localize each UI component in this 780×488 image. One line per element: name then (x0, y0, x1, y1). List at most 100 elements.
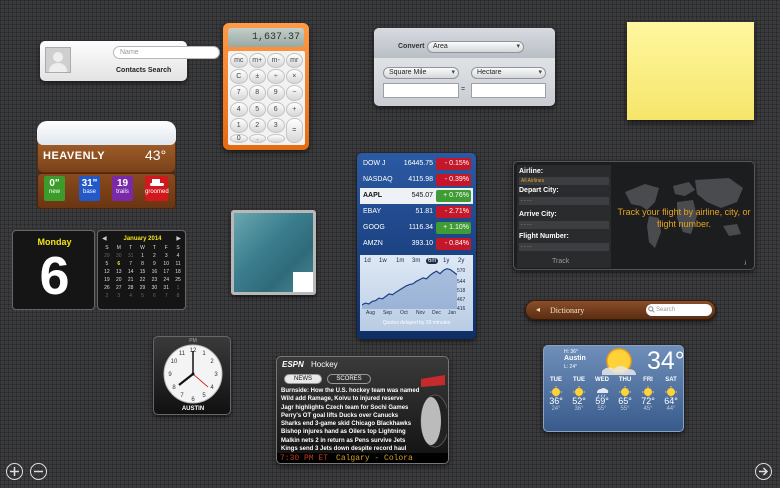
list-item[interactable]: Wild add Ramage, Koivu to injured reserv… (281, 395, 423, 403)
stock-row[interactable]: EBAY 51.81 - 2.71% (360, 204, 473, 220)
tile-game-widget[interactable] (231, 210, 316, 295)
flight-depart-field[interactable]: - - - - (519, 197, 609, 205)
flight-track-button[interactable]: Track (552, 258, 569, 265)
calendar-day-cell[interactable]: 1 (172, 285, 184, 291)
calendar-day-cell[interactable]: 19 (101, 277, 113, 283)
calendar-day-cell[interactable]: 4 (172, 253, 184, 259)
calendar-day-cell[interactable]: 24 (160, 277, 172, 283)
calendar-day-cell[interactable]: 11 (172, 261, 184, 267)
info-icon[interactable]: i (745, 261, 746, 267)
calendar-day-cell[interactable]: 10 (160, 261, 172, 267)
list-item[interactable]: Malkin nets 2 in return as Pens survive … (281, 437, 423, 445)
range-1d[interactable]: 1d (364, 258, 371, 264)
espn-widget[interactable]: ESPN Hockey NEWS SCORES Burnside: How th… (276, 356, 449, 464)
calendar-day-cell[interactable]: 16 (148, 269, 160, 275)
remove-widget-icon[interactable] (30, 463, 47, 480)
calendar-day-cell[interactable]: 6 (148, 293, 160, 299)
range-1w[interactable]: 1w (379, 258, 387, 264)
dictionary-widget[interactable]: ◂ Dictionary Search (525, 300, 716, 320)
calc-key-4[interactable]: 4 (230, 101, 248, 117)
calc-key-mminus[interactable]: m- (267, 53, 285, 69)
calendar-day-cell[interactable]: 8 (172, 293, 184, 299)
calendar-day-cell[interactable]: 5 (137, 293, 149, 299)
dictionary-search-input[interactable]: Search (646, 304, 712, 316)
calendar-day-cell[interactable]: 12 (101, 269, 113, 275)
converter-to-value-input[interactable] (471, 83, 546, 98)
contacts-widget[interactable]: Name Contacts Search (40, 41, 220, 81)
calc-key-2[interactable]: 2 (248, 117, 266, 133)
weather-widget[interactable]: H: 36° Austin L: 24° 34° TUE 36° 24° TUE … (543, 345, 684, 432)
calendar-day-cell[interactable]: 28 (125, 285, 137, 291)
calendar-day-cell[interactable]: 6 (113, 261, 125, 267)
calendar-day-cell[interactable]: 2 (148, 253, 160, 259)
calendar-day-cell[interactable]: 29 (101, 253, 113, 259)
calc-key-3[interactable]: 3 (267, 117, 285, 133)
range-1y[interactable]: 1y (443, 258, 449, 264)
calendar-day-cell[interactable]: 27 (113, 285, 125, 291)
stock-row[interactable]: NASDAQ 4115.98 - 0.39% (360, 172, 473, 188)
calc-key-mplus[interactable]: m+ (248, 53, 266, 69)
calendar-day-cell[interactable]: 9 (148, 261, 160, 267)
calculator-widget[interactable]: 1,637.37 mc m+ m- mr C ± ÷ × 7 8 9 − 4 5… (223, 23, 309, 150)
calc-key-decimal[interactable]: . (248, 133, 266, 143)
range-3m[interactable]: 3m (412, 258, 420, 264)
calendar-day-cell[interactable]: 26 (101, 285, 113, 291)
calendar-day-cell[interactable]: 18 (172, 269, 184, 275)
converter-to-unit-select[interactable]: Hectare (471, 67, 546, 79)
flight-arrive-field[interactable]: - - - - (519, 221, 609, 229)
calendar-day-cell[interactable]: 4 (125, 293, 137, 299)
calendar-day-cell[interactable]: 29 (137, 285, 149, 291)
calc-key-0[interactable]: 0 (230, 133, 248, 143)
calc-key-mc[interactable]: mc (230, 53, 248, 69)
calc-key-1[interactable]: 1 (230, 117, 248, 133)
list-item[interactable]: Bishop injures hand as Oilers top Lightn… (281, 428, 423, 436)
calc-key-divide[interactable]: ÷ (267, 69, 285, 85)
tab-scores[interactable]: SCORES (327, 374, 371, 384)
flight-tracker-widget[interactable]: Airline: All Airlines Depart City: - - -… (513, 161, 755, 270)
stocks-widget[interactable]: DOW J 16445.75 - 0.15% NASDAQ 4115.98 - 0.… (357, 153, 476, 339)
converter-category-select[interactable]: Area (427, 41, 524, 53)
calendar-day-cell[interactable]: 3 (160, 253, 172, 259)
calc-key-equals[interactable]: = (285, 117, 303, 143)
calendar-day-cell[interactable]: 5 (101, 261, 113, 267)
stock-row-selected[interactable]: AAPL 545.07 + 0.76% (360, 188, 473, 204)
calendar-day-cell[interactable]: 17 (160, 269, 172, 275)
converter-from-value-input[interactable] (383, 83, 459, 98)
calc-key-plus[interactable]: + (285, 101, 303, 117)
calc-key-minus[interactable]: − (285, 85, 303, 101)
list-item[interactable]: Jagr highlights Czech team for Sochi Gam… (281, 404, 423, 412)
calc-key-9[interactable]: 9 (267, 85, 285, 101)
calendar-day-cell[interactable]: 22 (137, 277, 149, 283)
calc-key-sign[interactable]: ± (248, 69, 266, 85)
next-arrow-icon[interactable] (755, 463, 772, 480)
dictionary-menu-icon[interactable]: ◂ (536, 305, 540, 314)
calendar-day-cell[interactable]: 3 (113, 293, 125, 299)
calc-key-5[interactable]: 5 (248, 101, 266, 117)
calendar-day-cell[interactable]: 14 (125, 269, 137, 275)
calendar-day-cell[interactable]: 23 (148, 277, 160, 283)
unit-converter-widget[interactable]: Convert Area Square Mile Hectare = (374, 28, 555, 106)
calendar-next-arrow-icon[interactable]: ▶ (176, 235, 181, 242)
calendar-day-cell[interactable]: 21 (125, 277, 137, 283)
calc-key-multiply[interactable]: × (285, 69, 303, 85)
calendar-day-cell[interactable]: 31 (125, 253, 137, 259)
list-item[interactable]: Burnside: How the U.S. hockey team was n… (281, 387, 423, 395)
tab-news[interactable]: NEWS (284, 374, 322, 384)
converter-from-unit-select[interactable]: Square Mile (383, 67, 459, 79)
range-2y[interactable]: 2y (458, 258, 464, 264)
contacts-name-field[interactable]: Name (113, 46, 220, 59)
range-1m[interactable]: 1m (396, 258, 404, 264)
flight-number-field[interactable]: - - - - (519, 243, 609, 251)
calc-key-mr[interactable]: mr (285, 53, 303, 69)
calendar-day-cell[interactable]: 1 (137, 253, 149, 259)
calc-key-8[interactable]: 8 (248, 85, 266, 101)
stock-row[interactable]: DOW J 16445.75 - 0.15% (360, 156, 473, 172)
calendar-day-cell[interactable]: 8 (137, 261, 149, 267)
flight-airline-field[interactable]: All Airlines (519, 177, 609, 185)
calendar-day-cell[interactable]: 13 (113, 269, 125, 275)
calendar-day-cell[interactable]: 31 (160, 285, 172, 291)
calendar-day-cell[interactable]: 30 (148, 285, 160, 291)
calc-key-7[interactable]: 7 (230, 85, 248, 101)
world-clock-widget[interactable]: PM 12123 4567 891011 AUSTIN (153, 336, 231, 415)
calendar-day-cell[interactable]: 2 (101, 293, 113, 299)
